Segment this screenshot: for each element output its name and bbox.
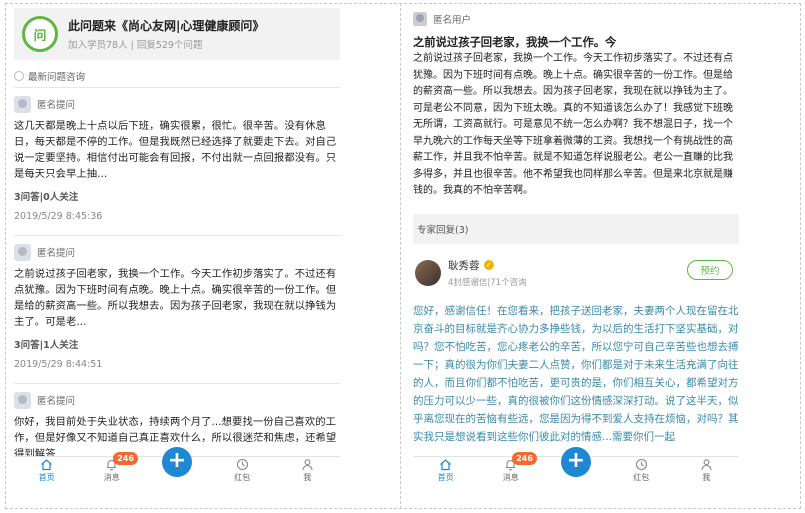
message-count-badge: 246: [512, 452, 537, 465]
avatar: [14, 95, 31, 113]
expert-reply-header: 专家回复(3): [413, 213, 739, 244]
home-icon: [40, 458, 53, 471]
bottom-tab-bar: 首页 246 消息 + 红包 我: [14, 447, 340, 486]
question-list-panel: 问 此问题来《尚心友网|心理健康顾问》 加入学员78人 | 回复529个问题 最…: [14, 8, 340, 484]
latest-questions-label: 最新问题咨询: [14, 65, 340, 87]
tab-home[interactable]: 首页: [14, 457, 79, 486]
tab-new-question[interactable]: +: [543, 447, 608, 486]
avatar: [14, 391, 31, 409]
question-detail-panel: 匿名用户 之前说过孩子回老家，我换一个工作。今 之前说过孩子回老家，我换一个工作…: [413, 8, 739, 486]
expert-row[interactable]: 耿秀蓉 ✓ 4封感谢信|71个咨询 预约: [413, 256, 739, 290]
asker-row: 匿名提问: [14, 390, 340, 410]
tab-messages[interactable]: 246 消息: [79, 452, 144, 486]
question-body: 之前说过孩子回老家，我换一个工作。今天工作初步落实了。不过还有点犹豫。因为下班时…: [413, 53, 733, 196]
clock-icon: [635, 458, 648, 471]
question-time: 2019/5/29 8:44:51: [14, 359, 103, 370]
question-text[interactable]: 之前说过孩子回老家，我换一个工作。今天工作初步落实了。不过还有点犹豫。因为下班时…: [14, 266, 340, 330]
tab-label: 首页: [437, 473, 454, 482]
user-icon: [301, 458, 314, 471]
community-stats: 加入学员78人 | 回复529个问题: [68, 39, 203, 51]
tab-label: 首页: [38, 473, 55, 482]
tab-label: 我: [702, 473, 711, 482]
tab-me[interactable]: 我: [275, 457, 340, 486]
asker-row: 匿名用户: [413, 8, 739, 30]
tab-new-question[interactable]: +: [144, 447, 209, 486]
community-header[interactable]: 问 此问题来《尚心友网|心理健康顾问》 加入学员78人 | 回复529个问题: [14, 8, 340, 60]
tab-red-packet[interactable]: 红包: [210, 457, 275, 486]
user-icon: [700, 458, 713, 471]
tab-home[interactable]: 首页: [413, 457, 478, 486]
question-meta: 3问答|0人关注: [14, 192, 79, 203]
question-text[interactable]: 这几天都是晚上十点以后下班，确实很累，很忙。很辛苦。没有休息日，每天都是不停的工…: [14, 118, 340, 182]
question-title: 之前说过孩子回老家，我换一个工作。今: [413, 36, 617, 49]
question-logo-icon: 问: [22, 16, 58, 52]
asker-row: 匿名提问: [14, 94, 340, 114]
asker-name: 匿名用户: [433, 15, 472, 26]
question-meta: 3问答|1人关注: [14, 340, 79, 351]
tab-label: 消息: [103, 473, 120, 482]
expert-name-row: 耿秀蓉 ✓: [448, 258, 527, 273]
tab-label: 红包: [633, 473, 650, 482]
plus-icon[interactable]: +: [561, 447, 591, 477]
clock-icon: [236, 458, 249, 471]
book-button[interactable]: 预约: [687, 259, 733, 280]
avatar: [413, 12, 427, 26]
verified-icon: ✓: [483, 260, 494, 270]
asker-name: 匿名提问: [37, 396, 76, 407]
tab-messages[interactable]: 246 消息: [478, 452, 543, 486]
tab-label: 我: [303, 473, 312, 482]
reply-count-label: 专家回复(3): [417, 224, 469, 236]
bottom-tab-bar: 首页 246 消息 + 红包 我: [413, 447, 739, 486]
message-count-badge: 246: [113, 452, 138, 465]
tab-red-packet[interactable]: 红包: [609, 457, 674, 486]
expert-info: 耿秀蓉 ✓ 4封感谢信|71个咨询: [448, 258, 527, 288]
section-label-text: 最新问题咨询: [28, 72, 86, 83]
tab-label: 消息: [502, 473, 519, 482]
plus-icon[interactable]: +: [162, 447, 192, 477]
tab-label: 红包: [234, 473, 251, 482]
header-text: 此问题来《尚心友网|心理健康顾问》 加入学员78人 | 回复529个问题: [68, 18, 264, 51]
question-time: 2019/5/29 8:45:36: [14, 211, 103, 222]
expert-avatar[interactable]: [415, 259, 441, 286]
community-title: 此问题来《尚心友网|心理健康顾问》: [68, 18, 265, 33]
expert-name: 耿秀蓉: [448, 259, 480, 272]
home-icon: [439, 458, 452, 471]
tab-me[interactable]: 我: [674, 457, 739, 486]
expert-answer: 您好，感谢信任！在您看来，把孩子送回老家，夫妻两个人现在留在北京奋斗的目标就是齐…: [413, 304, 739, 443]
circle-icon: [14, 71, 24, 81]
asker-name: 匿名提问: [37, 248, 76, 259]
question-card[interactable]: 匿名提问 这几天都是晚上十点以后下班，确实很累，很忙。很辛苦。没有休息日，每天都…: [14, 87, 340, 235]
expert-stats: 4封感谢信|71个咨询: [448, 277, 527, 288]
question-card[interactable]: 匿名提问 之前说过孩子回老家，我换一个工作。今天工作初步落实了。不过还有点犹豫。…: [14, 235, 340, 383]
asker-row: 匿名提问: [14, 242, 340, 262]
avatar: [14, 243, 31, 261]
asker-name: 匿名提问: [37, 100, 76, 111]
panel-divider: [400, 3, 401, 509]
logo-text: 问: [33, 28, 47, 44]
